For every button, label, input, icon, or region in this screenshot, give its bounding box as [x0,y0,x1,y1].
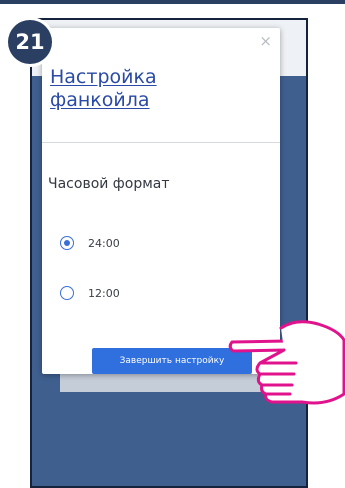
dialog-title-line-2: фанкойла [50,89,150,111]
divider [42,142,280,143]
radio-option-12h[interactable]: 12:00 [60,286,120,300]
step-badge: 21 [8,20,52,64]
pointing-hand-icon [228,320,345,405]
radio-12h-icon[interactable] [60,286,74,300]
dialog-title: Настройка фанкойла [50,66,250,112]
radio-12h-label: 12:00 [88,286,120,300]
radio-24h-label: 24:00 [88,236,120,250]
close-icon[interactable]: × [259,34,272,49]
dialog-title-line-1: Настройка [50,66,157,88]
time-format-label: Часовой формат [48,176,170,192]
phone-screen: ... × Настройка фанкойла Часовой формат … [30,18,308,488]
radio-option-24h[interactable]: 24:00 [60,236,120,250]
top-rule [0,0,345,4]
radio-24h-icon[interactable] [60,236,74,250]
